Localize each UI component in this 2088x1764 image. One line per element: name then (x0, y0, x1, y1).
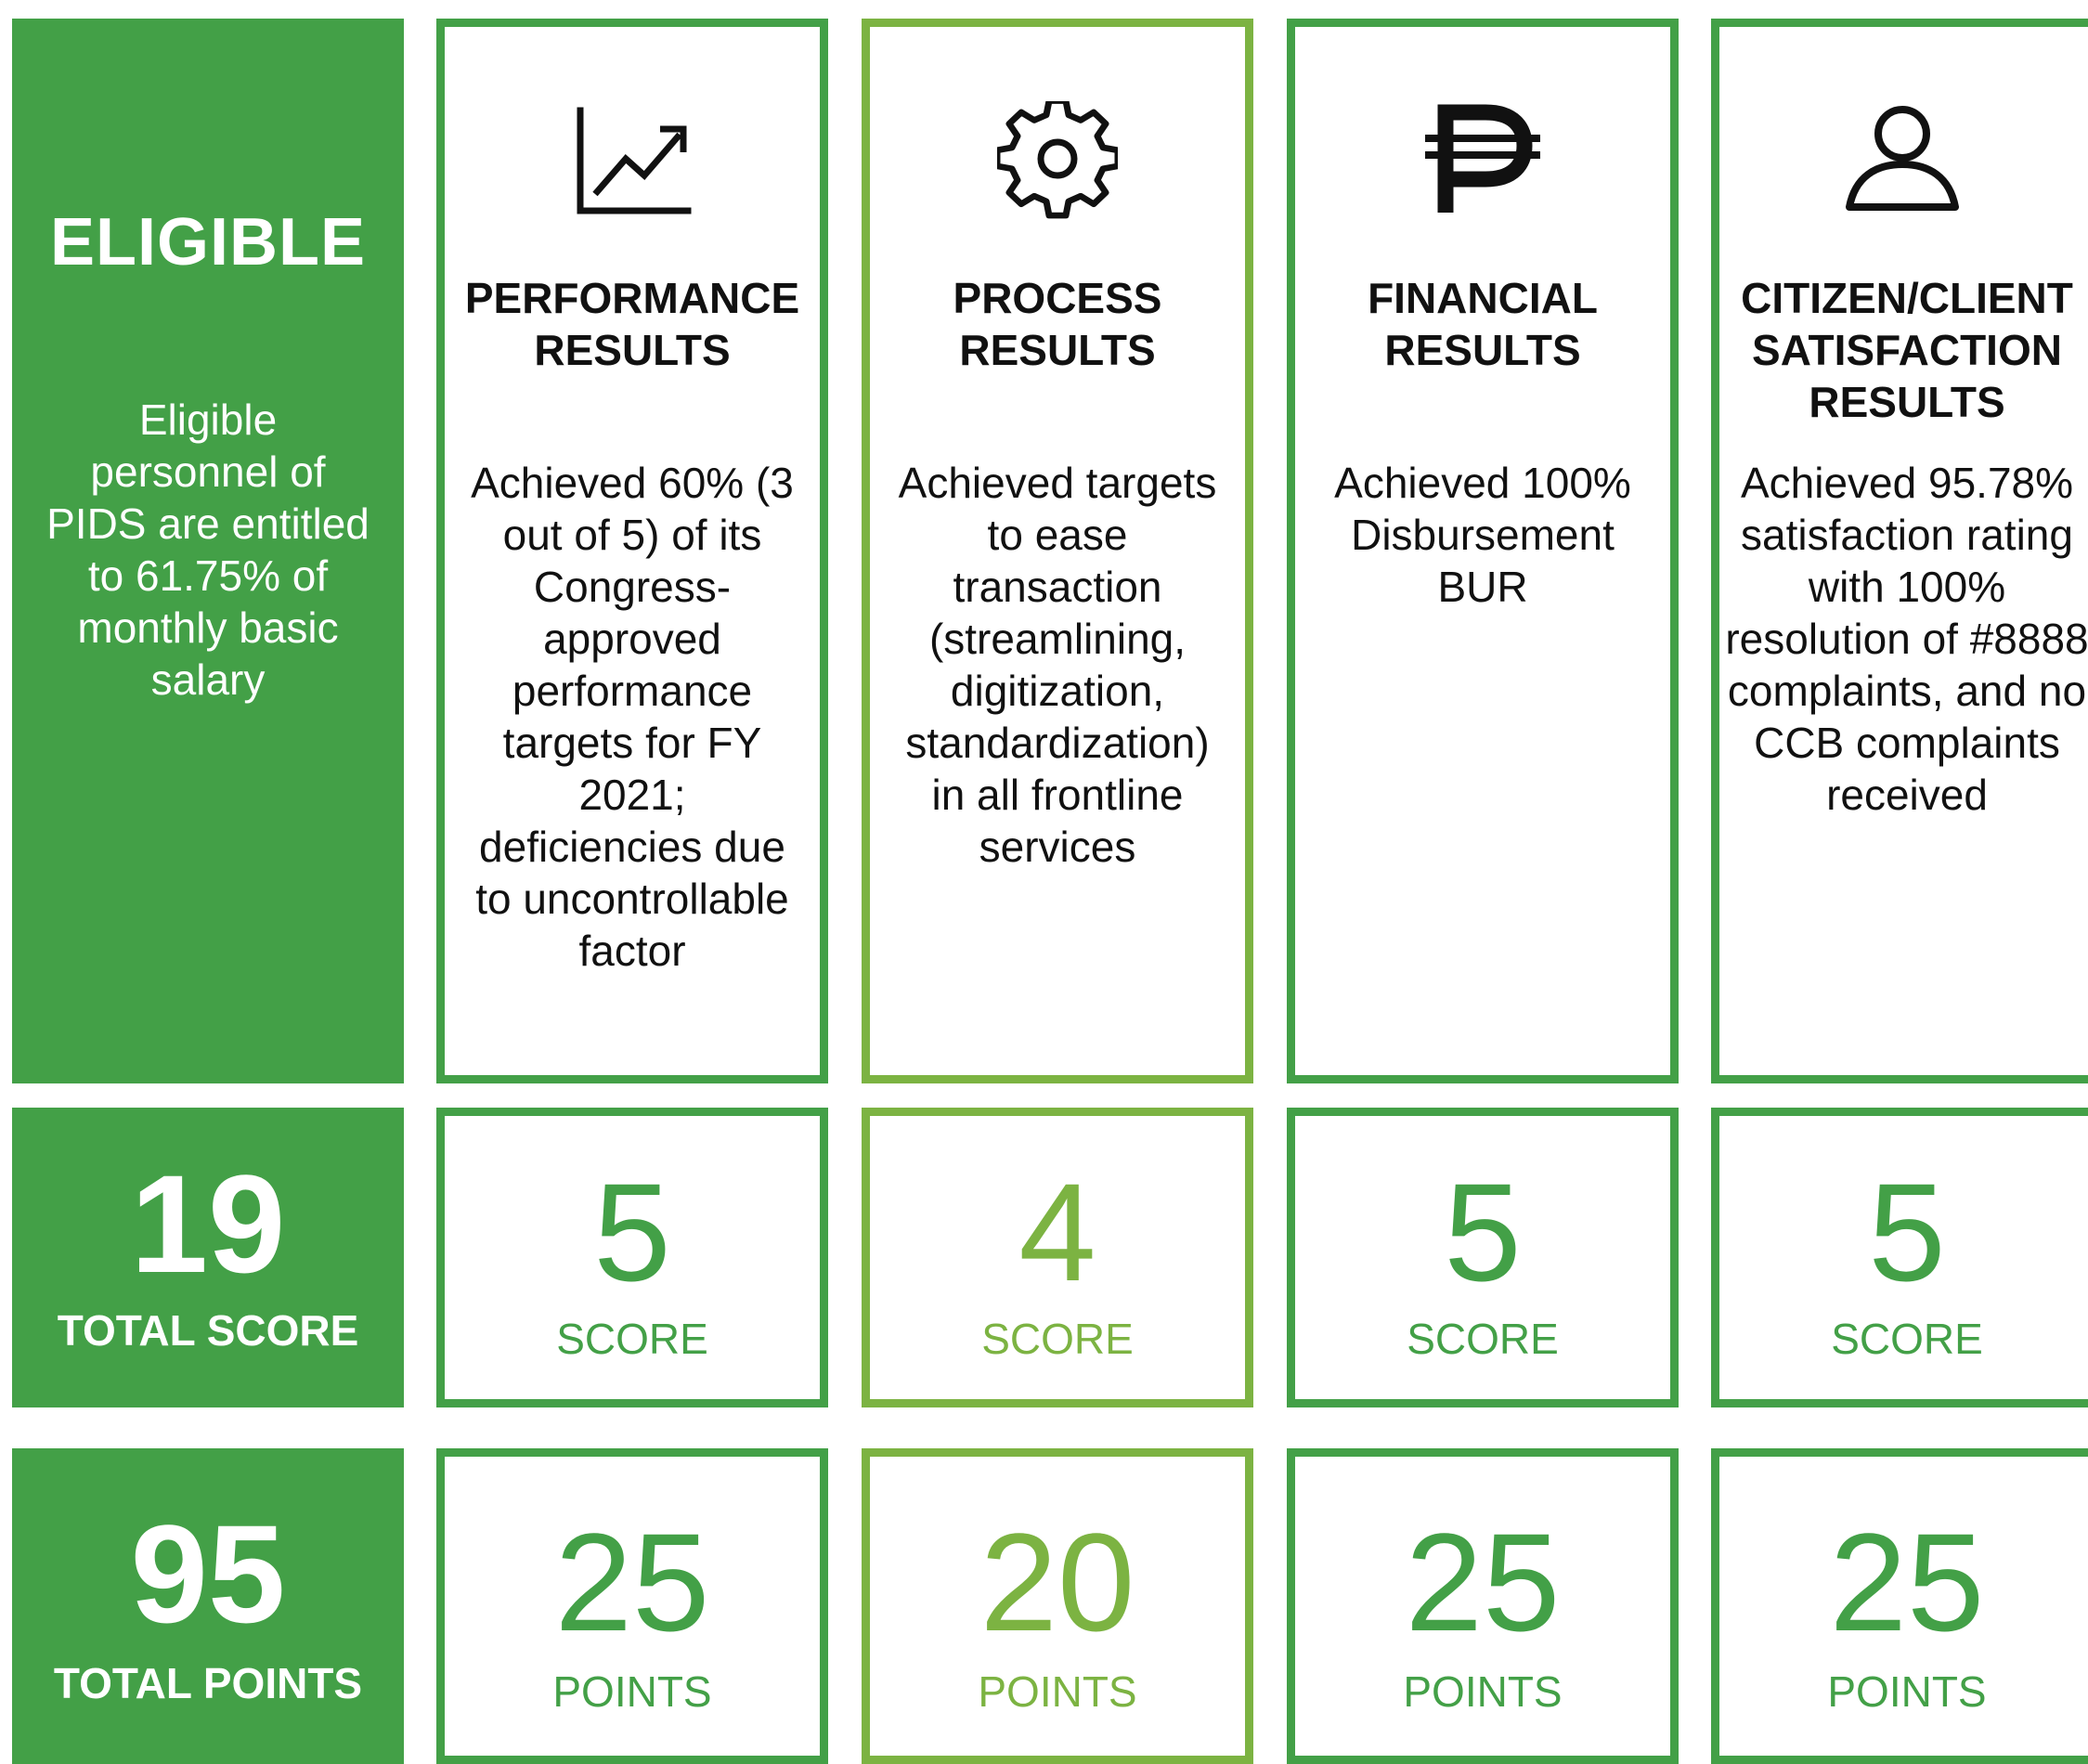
score-value: 5 (1868, 1154, 1946, 1310)
points-value: 25 (1405, 1504, 1561, 1660)
score-value: 5 (1444, 1154, 1522, 1310)
process-results-card: PROCESS RESULTS Achieved targets to ease… (862, 19, 1253, 1083)
card-description: Achieved 100% Disbursement BUR (1334, 459, 1631, 611)
process-points-card: 20 POINTS (862, 1448, 1253, 1764)
person-icon (1842, 101, 1963, 222)
total-points-label: TOTAL POINTS (53, 1659, 363, 1707)
process-score-card: 4 SCORE (862, 1108, 1253, 1407)
citizen-client-score-card: 5 SCORE (1711, 1108, 2088, 1407)
performance-results-card: PERFORMANCE RESULTS Achieved 60% (3 out … (436, 19, 828, 1083)
citizen-client-points-card: 25 POINTS (1711, 1448, 2088, 1764)
total-score-panel: 19 TOTAL SCORE (12, 1108, 404, 1407)
card-title: FINANCIAL RESULTS (1368, 274, 1598, 374)
card-description: Achieved targets to ease transaction (st… (898, 459, 1217, 871)
points-value: 25 (1829, 1504, 1985, 1660)
eligible-title: ELIGIBLE (49, 205, 366, 279)
points-value: 25 (554, 1504, 710, 1660)
card-title: CITIZEN/CLIENT SATISFACTION RESULTS (1741, 274, 2073, 426)
gear-icon (997, 101, 1118, 222)
performance-points-card: 25 POINTS (436, 1448, 828, 1764)
performance-score-card: 5 SCORE (436, 1108, 828, 1407)
financial-results-card: FINANCIAL RESULTS Achieved 100% Disburse… (1287, 19, 1679, 1083)
card-description: Achieved 60% (3 out of 5) of its Congres… (471, 459, 794, 975)
score-label: SCORE (1407, 1315, 1559, 1363)
peso-icon (1422, 101, 1543, 222)
card-title: PERFORMANCE RESULTS (464, 274, 800, 374)
eligible-panel: ELIGIBLE Eligible personnel of PIDS are … (12, 19, 404, 1083)
points-label: POINTS (1827, 1667, 1987, 1716)
card-title: PROCESS RESULTS (953, 274, 1162, 374)
score-value: 5 (593, 1154, 671, 1310)
points-value: 20 (979, 1504, 1135, 1660)
score-label: SCORE (1831, 1315, 1983, 1363)
financial-score-card: 5 SCORE (1287, 1108, 1679, 1407)
total-points-panel: 95 TOTAL POINTS (12, 1448, 404, 1764)
citizen-client-satisfaction-card: CITIZEN/CLIENT SATISFACTION RESULTS Achi… (1711, 19, 2088, 1083)
financial-points-card: 25 POINTS (1287, 1448, 1679, 1764)
points-label: POINTS (1403, 1667, 1563, 1716)
score-label: SCORE (981, 1315, 1134, 1363)
total-points-value: 95 (130, 1496, 286, 1652)
total-score-label: TOTAL SCORE (57, 1306, 359, 1355)
points-label: POINTS (552, 1667, 712, 1716)
eligible-description: Eligible personnel of PIDS are entitled … (46, 396, 370, 704)
chart-growth-icon (572, 101, 693, 222)
score-value: 4 (1018, 1154, 1096, 1310)
card-description: Achieved 95.78% satisfaction rating with… (1725, 459, 2088, 819)
total-score-value: 19 (130, 1146, 286, 1302)
score-label: SCORE (556, 1315, 708, 1363)
points-label: POINTS (978, 1667, 1137, 1716)
